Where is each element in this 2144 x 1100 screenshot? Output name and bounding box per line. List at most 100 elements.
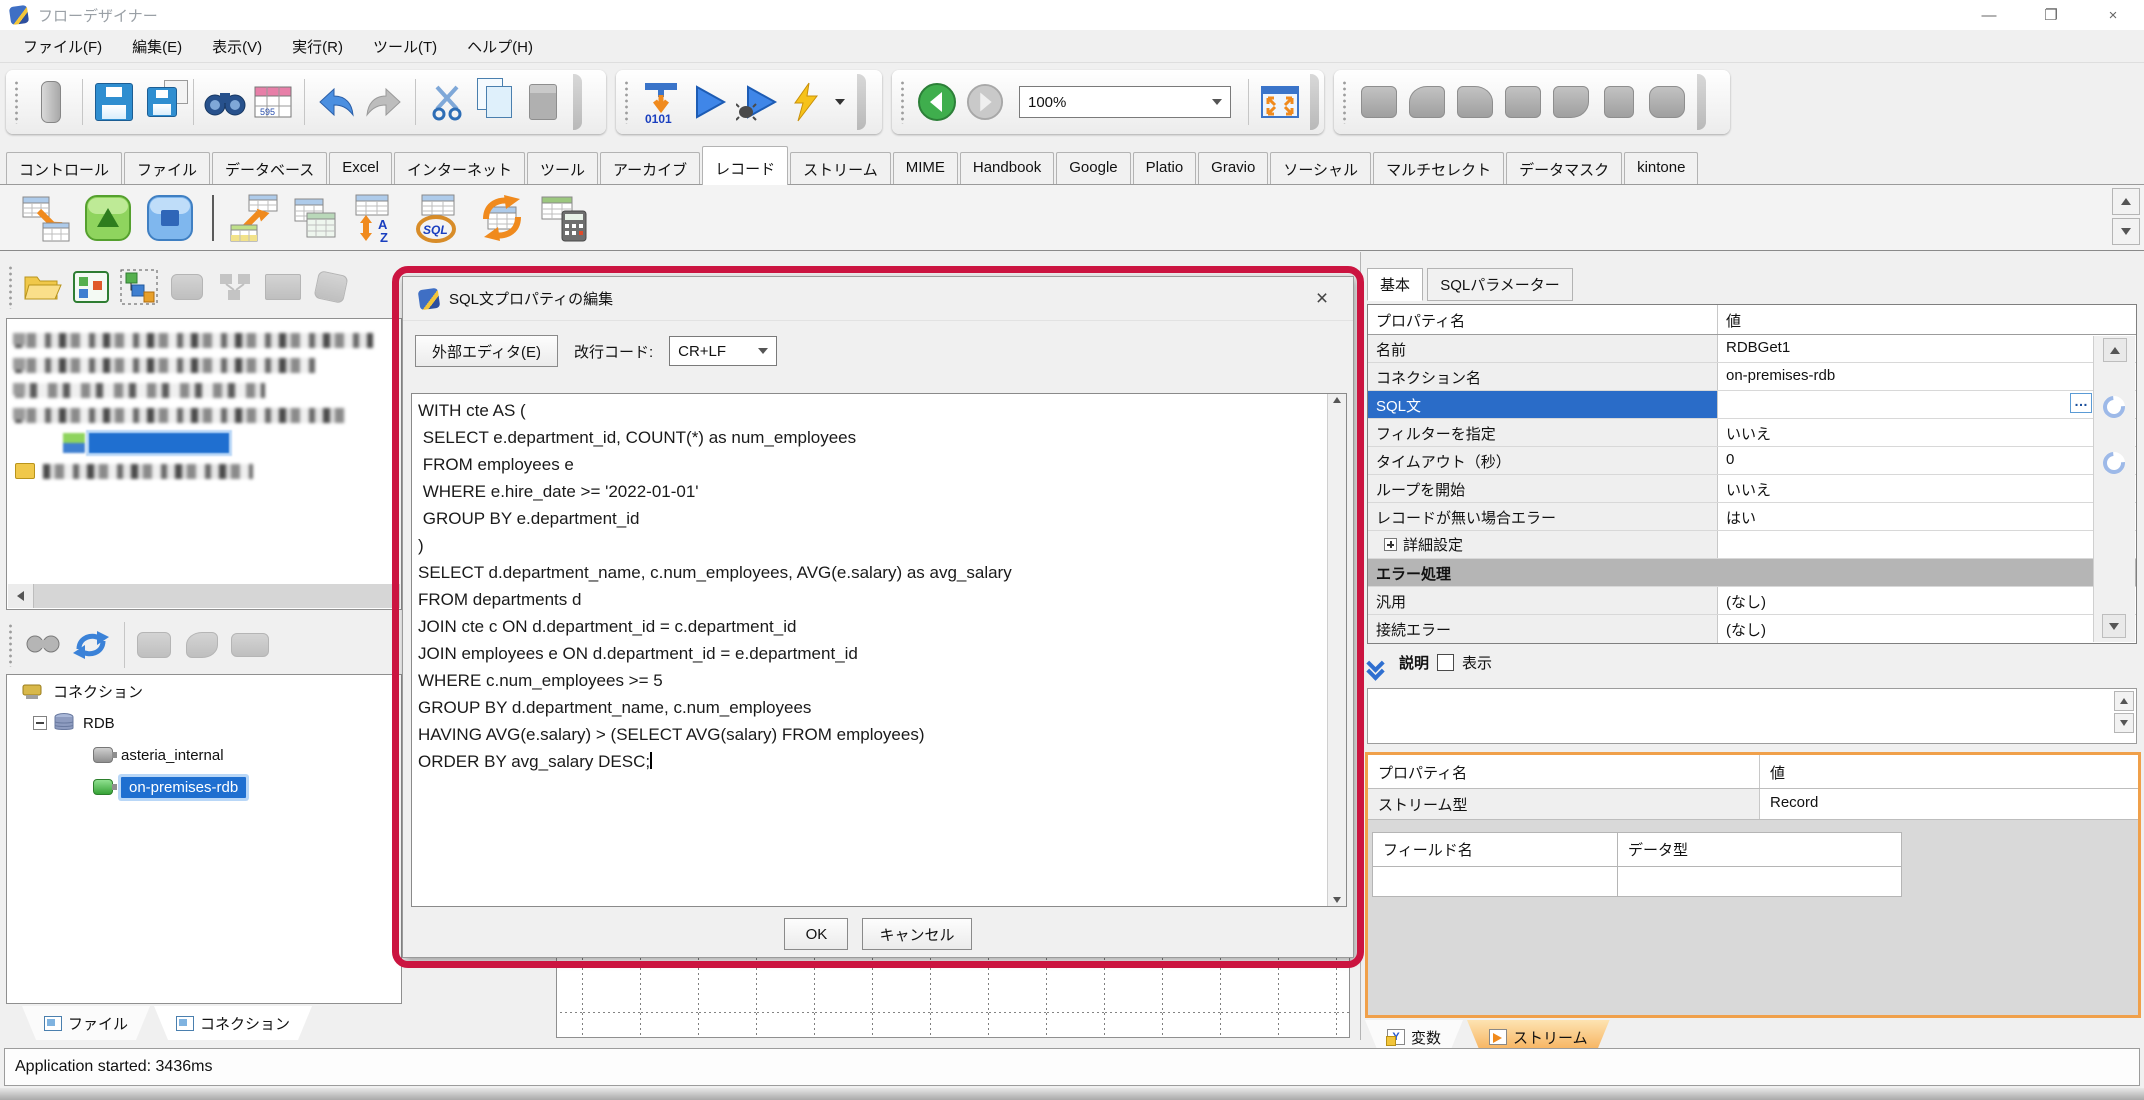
refresh-icon[interactable] [69, 622, 113, 668]
tab-datamask[interactable]: データマスク [1506, 152, 1622, 184]
toolbar-grip[interactable] [900, 80, 905, 124]
toolbar-grip[interactable] [1342, 80, 1347, 124]
property-row-error-when-no-record[interactable]: レコードが無い場合エラー はい [1368, 503, 2136, 531]
blurred-folder-item[interactable] [15, 463, 401, 479]
menu-edit[interactable]: 編集(E) [117, 30, 197, 63]
tree-item-connections-root[interactable]: コネクション [7, 675, 401, 707]
system-variables-icon[interactable]: 595 [249, 77, 297, 127]
linebreak-code-select[interactable]: CR+LF [669, 336, 777, 366]
collapse-icon[interactable] [33, 716, 47, 730]
sql-editor[interactable]: WITH cte AS ( SELECT e.department_id, CO… [411, 393, 1347, 907]
record-get-component-icon[interactable] [20, 192, 72, 244]
tab-handbook[interactable]: Handbook [960, 152, 1054, 184]
tab-control[interactable]: コントロール [6, 152, 122, 184]
component-palette-icon[interactable] [69, 264, 113, 310]
open-folder-icon[interactable] [21, 264, 65, 310]
property-row-start-loop[interactable]: ループを開始 いいえ [1368, 475, 2136, 503]
property-row-generic-error[interactable]: 汎用 (なし) [1368, 587, 2136, 615]
tab-multiselect[interactable]: マルチセレクト [1373, 152, 1504, 184]
scroll-up-button[interactable] [2114, 691, 2134, 711]
tab-basic[interactable]: 基本 [1367, 268, 1423, 301]
stream-row-stream-type[interactable]: ストリーム型 Record [1368, 789, 2138, 820]
tab-platio[interactable]: Platio [1133, 152, 1197, 184]
execute-icon[interactable] [781, 77, 829, 127]
forward-icon[interactable] [961, 77, 1009, 127]
tab-sql-parameters[interactable]: SQLパラメーター [1427, 268, 1573, 301]
save-icon[interactable] [90, 77, 138, 127]
property-row-connection-error[interactable]: 接続エラー (なし) [1368, 615, 2136, 643]
tree-item-rdb-group[interactable]: RDB [7, 707, 401, 739]
tab-archive[interactable]: アーカイブ [600, 152, 700, 184]
fit-to-window-icon[interactable] [1256, 77, 1304, 127]
cancel-button[interactable]: キャンセル [862, 918, 971, 950]
record-put-component-icon[interactable] [228, 192, 280, 244]
scroll-down-button[interactable] [2114, 713, 2134, 733]
paste-icon[interactable] [519, 77, 567, 127]
record-aggregate-component-icon[interactable] [538, 192, 590, 244]
record-join-component-icon[interactable] [290, 192, 342, 244]
menu-run[interactable]: 実行(R) [277, 30, 358, 63]
menu-help[interactable]: ヘルプ(H) [452, 30, 548, 63]
palette-scroll-up-button[interactable] [2112, 188, 2140, 215]
blurred-flow-item-selected[interactable] [63, 433, 401, 453]
menu-file[interactable]: ファイル(F) [8, 30, 117, 63]
property-row-name[interactable]: 名前 RDBGet1 [1368, 335, 2136, 363]
open-sql-editor-button[interactable]: … [2070, 393, 2092, 413]
blurred-flow-item[interactable] [15, 358, 315, 373]
sql-text[interactable]: WITH cte AS ( SELECT e.department_id, CO… [412, 394, 1346, 778]
record-convert-component-icon[interactable] [476, 192, 528, 244]
cut-icon[interactable] [423, 77, 471, 127]
zoom-combobox[interactable]: 100% [1019, 86, 1231, 118]
tab-google[interactable]: Google [1056, 152, 1130, 184]
new-project-icon[interactable] [27, 77, 75, 127]
tab-files[interactable]: ファイル [22, 1006, 150, 1040]
property-row-sql-statement[interactable]: SQL文 … [1368, 391, 2136, 419]
tab-record[interactable]: レコード [702, 146, 788, 185]
stream-variable-icon[interactable] [2099, 392, 2130, 423]
scroll-up-button[interactable] [2103, 338, 2127, 362]
description-textbox[interactable] [1367, 688, 2137, 744]
run-icon[interactable] [685, 77, 733, 127]
tab-excel[interactable]: Excel [329, 152, 392, 184]
record-sort-component-icon[interactable]: A Z [352, 192, 404, 244]
compile-icon[interactable]: 0101 [637, 77, 685, 127]
record-sql-component-icon[interactable]: SQL [414, 192, 466, 244]
restore-button[interactable]: ❐ [2020, 0, 2082, 30]
scroll-left-button[interactable] [8, 584, 34, 608]
scroll-down-button[interactable] [2102, 614, 2126, 638]
toolbar-grip[interactable] [14, 80, 19, 124]
end-component-icon[interactable] [144, 192, 196, 244]
property-grid-scrollbar[interactable] [2093, 336, 2135, 642]
search-icon[interactable] [201, 77, 249, 127]
connection-icon[interactable] [21, 622, 65, 668]
blurred-flow-item[interactable] [15, 408, 345, 423]
ok-button[interactable]: OK [784, 918, 848, 950]
property-row-advanced-settings[interactable]: 詳細設定 [1368, 531, 2136, 559]
redo-icon[interactable] [360, 77, 408, 127]
tab-file[interactable]: ファイル [124, 152, 210, 184]
palette-scroll-down-button[interactable] [2112, 218, 2140, 245]
blurred-flow-item[interactable] [15, 333, 373, 348]
tree-item-on-premises-rdb[interactable]: on-premises-rdb [7, 771, 401, 803]
tab-mime[interactable]: MIME [893, 152, 958, 184]
stream-variable-icon[interactable] [2099, 448, 2130, 479]
sql-editor-scrollbar[interactable] [1327, 394, 1346, 906]
tree-item-asteria-internal[interactable]: asteria_internal [7, 739, 401, 771]
tab-internet[interactable]: インターネット [394, 152, 525, 184]
toolbar-grip[interactable] [8, 623, 13, 667]
back-icon[interactable] [913, 77, 961, 127]
start-component-icon[interactable] [82, 192, 134, 244]
data-type-cell[interactable] [1618, 867, 1902, 897]
undo-icon[interactable] [312, 77, 360, 127]
close-button[interactable]: × [2082, 0, 2144, 30]
toolbar-grip[interactable] [624, 80, 629, 124]
menu-view[interactable]: 表示(V) [197, 30, 277, 63]
debug-run-icon[interactable] [733, 77, 781, 127]
tab-connections[interactable]: コネクション [154, 1006, 312, 1040]
external-editor-button[interactable]: 外部エディタ(E) [415, 335, 558, 367]
fields-table-empty-row[interactable] [1372, 867, 2138, 897]
double-chevron-down-icon[interactable] [1369, 657, 1381, 669]
tab-database[interactable]: データベース [212, 152, 327, 184]
menu-tools[interactable]: ツール(T) [358, 30, 452, 63]
expand-icon[interactable] [1384, 538, 1397, 551]
